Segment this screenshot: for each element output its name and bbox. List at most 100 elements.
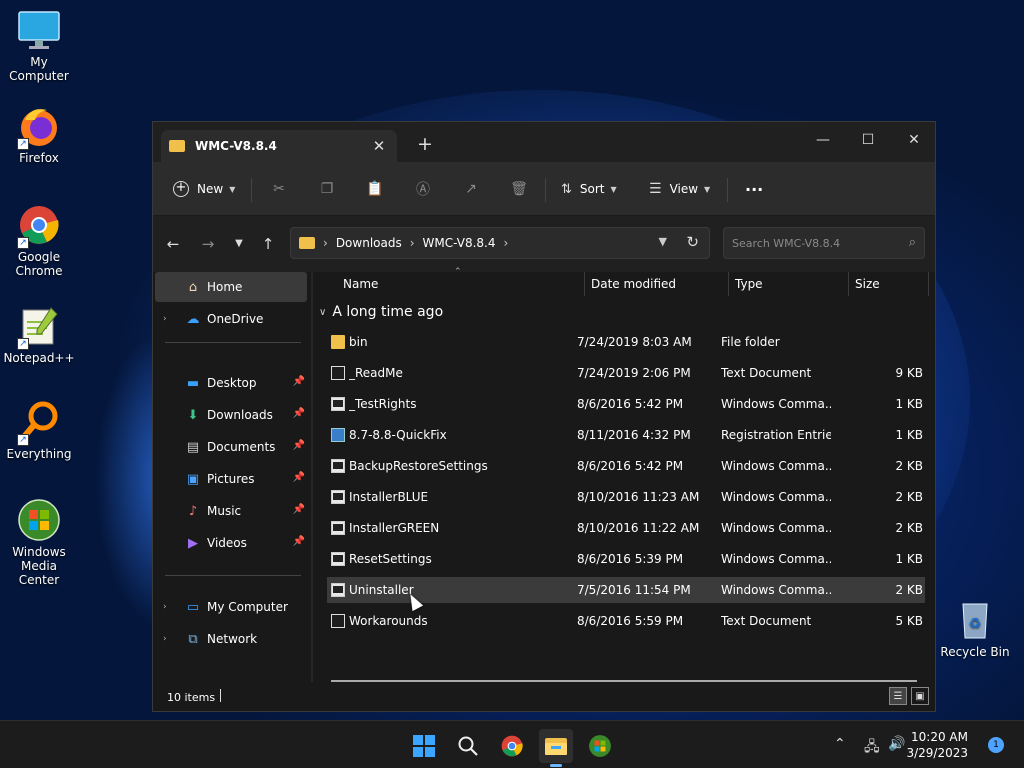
copy-icon[interactable]: ❐ — [317, 179, 337, 199]
sort-icon: ⇅ — [561, 181, 572, 197]
search-button[interactable] — [451, 729, 485, 763]
pin-icon[interactable]: 📌 — [293, 376, 305, 387]
cloud-icon: ☁ — [186, 311, 200, 327]
pin-icon[interactable]: 📌 — [293, 440, 305, 451]
desktop-icon-chrome[interactable]: ↗ Google Chrome — [0, 203, 78, 278]
notification-badge[interactable]: 1 — [988, 737, 1004, 753]
details-view-icon[interactable]: ☰ — [889, 687, 907, 705]
more-options-button[interactable]: ··· — [745, 175, 763, 203]
share-icon[interactable]: ↗ — [461, 179, 481, 199]
address-bar[interactable]: › Downloads › WMC-V8.8.4 › ▼ ↻ — [290, 227, 710, 259]
taskbar-media-center[interactable] — [583, 729, 617, 763]
desktop-icon-firefox[interactable]: ↗ Firefox — [0, 104, 78, 165]
desktop-icon-everything[interactable]: ↗ Everything — [0, 400, 78, 461]
file-explorer-window[interactable]: WMC-V8.8.4 ✕ + — ☐ ✕ + New ▼ ✂ ❐ 📋 Ⓐ ↗ 🗑… — [152, 121, 936, 712]
sidebar-item-network[interactable]: › ⧉ Network — [155, 624, 307, 654]
taskbar-chrome[interactable] — [495, 729, 529, 763]
delete-icon[interactable]: 🗑 — [509, 179, 529, 199]
sidebar-item-pictures[interactable]: ▣ Pictures 📌 — [155, 464, 307, 494]
rename-icon[interactable]: Ⓐ — [413, 179, 433, 199]
expand-chevron-icon[interactable]: › — [163, 634, 175, 644]
expand-chevron-icon[interactable]: › — [163, 314, 175, 324]
file-row[interactable]: Workarounds 8/6/2016 5:59 PM Text Document… — [327, 608, 925, 634]
maximize-button[interactable]: ☐ — [845, 126, 891, 154]
sidebar-item-onedrive[interactable]: › ☁ OneDrive — [155, 304, 307, 334]
column-header-size[interactable]: Size — [855, 272, 880, 296]
file-row[interactable]: BackupRestoreSettings 8/6/2016 5:42 PM Win… — [327, 453, 925, 479]
column-header-type[interactable]: Type — [735, 272, 763, 296]
sidebar-item-label: Documents — [207, 440, 276, 454]
sidebar-item-label: My Computer — [207, 600, 288, 614]
desktop-icon-recycle-bin[interactable]: ♻ Recycle Bin — [936, 598, 1014, 659]
recent-locations-chevron-icon[interactable]: ▼ — [229, 234, 249, 254]
pin-icon[interactable]: 📌 — [293, 472, 305, 483]
file-row[interactable]: InstallerBLUE 8/10/2016 11:23 AM Windows C… — [327, 484, 925, 510]
file-row[interactable]: ResetSettings 8/6/2016 5:39 PM Windows Com… — [327, 546, 925, 572]
file-row[interactable]: InstallerGREEN 8/10/2016 11:22 AM Windows … — [327, 515, 925, 541]
sidebar-item-videos[interactable]: ▶ Videos 📌 — [155, 528, 307, 558]
file-name: Uninstaller — [349, 583, 414, 597]
breadcrumb-wmc[interactable]: WMC-V8.8.4 — [423, 236, 496, 250]
breadcrumb-downloads[interactable]: Downloads — [336, 236, 402, 250]
pin-icon[interactable]: 📌 — [293, 408, 305, 419]
pin-icon[interactable]: 📌 — [293, 536, 305, 547]
sort-button[interactable]: ⇅ Sort ▼ — [561, 175, 617, 203]
pin-icon[interactable]: 📌 — [293, 504, 305, 515]
chevron-up-icon[interactable]: ⌃ — [834, 736, 846, 752]
search-input[interactable] — [724, 228, 894, 258]
file-row[interactable]: bin 7/24/2019 8:03 AM File folder — [327, 329, 925, 355]
sidebar-item-my-computer[interactable]: › ▭ My Computer — [155, 592, 307, 622]
system-clock[interactable]: 10:20 AM 3/29/2023 — [906, 729, 968, 761]
sidebar-item-home[interactable]: ⌂ Home — [155, 272, 307, 302]
group-header[interactable]: ∨ A long time ago — [319, 304, 443, 320]
expand-chevron-icon[interactable]: › — [163, 602, 175, 612]
file-row[interactable]: 8.7-8.8-QuickFix 8/11/2016 4:32 PM Registr… — [327, 422, 925, 448]
refresh-icon[interactable]: ↻ — [686, 233, 699, 251]
horizontal-scrollbar[interactable] — [331, 680, 917, 682]
desktop-icon-my-computer[interactable]: My Computer — [0, 8, 78, 83]
up-arrow-icon[interactable]: ↑ — [258, 234, 278, 254]
sidebar-item-label: Videos — [207, 536, 247, 550]
notepadpp-icon: ↗ — [17, 304, 61, 350]
file-size: 2 KB — [895, 583, 923, 597]
close-window-button[interactable]: ✕ — [891, 126, 937, 154]
column-divider[interactable] — [848, 272, 849, 296]
cut-icon[interactable]: ✂ — [269, 179, 289, 199]
sidebar-item-music[interactable]: ♪ Music 📌 — [155, 496, 307, 526]
view-button[interactable]: ☰ View ▼ — [649, 175, 710, 203]
minimize-button[interactable]: — — [800, 126, 846, 154]
file-row[interactable]: _ReadMe 7/24/2019 2:06 PM Text Document 9 K… — [327, 360, 925, 386]
sidebar-item-documents[interactable]: ▤ Documents 📌 — [155, 432, 307, 462]
taskbar-file-explorer[interactable] — [539, 729, 573, 767]
column-divider[interactable] — [584, 272, 585, 296]
sidebar-item-desktop[interactable]: ▬ Desktop 📌 — [155, 368, 307, 398]
close-icon[interactable]: ✕ — [369, 136, 389, 156]
new-tab-button[interactable]: + — [415, 134, 435, 154]
start-button[interactable] — [407, 729, 441, 763]
tiles-view-icon[interactable]: ▣ — [911, 687, 929, 705]
sidebar-item-downloads[interactable]: ⬇ Downloads 📌 — [155, 400, 307, 430]
column-divider[interactable] — [928, 272, 929, 296]
paste-icon[interactable]: 📋 — [365, 179, 385, 199]
tab-wmc[interactable]: WMC-V8.8.4 ✕ — [161, 130, 397, 162]
new-button[interactable]: + New ▼ — [173, 175, 235, 203]
column-header-name[interactable]: Name — [343, 272, 378, 296]
forward-arrow-icon[interactable]: → — [198, 234, 218, 254]
file-size: 1 KB — [895, 428, 923, 442]
address-history-chevron-icon[interactable]: ▼ — [659, 235, 667, 248]
desktop-icon-media-center[interactable]: Windows Media Center — [0, 498, 78, 587]
recycle-bin-icon: ♻ — [953, 598, 997, 642]
title-bar[interactable]: WMC-V8.8.4 ✕ + — ☐ ✕ — [153, 122, 935, 162]
file-size: 2 KB — [895, 490, 923, 504]
file-row[interactable]: _TestRights 8/6/2016 5:42 PM Windows Comma… — [327, 391, 925, 417]
column-divider[interactable] — [728, 272, 729, 296]
desktop-icon-notepadpp[interactable]: ↗ Notepad++ — [0, 304, 78, 365]
back-arrow-icon[interactable]: ← — [163, 234, 183, 254]
network-icon: ⧉ — [188, 631, 198, 647]
network-icon[interactable]: 🖧 — [864, 736, 880, 760]
column-header-date[interactable]: Date modified — [591, 272, 676, 296]
file-size: 2 KB — [895, 459, 923, 473]
search-box[interactable]: ⌕ — [723, 227, 925, 259]
breadcrumb-separator-icon: › — [409, 236, 415, 250]
volume-icon[interactable]: 🔊 — [888, 736, 905, 752]
